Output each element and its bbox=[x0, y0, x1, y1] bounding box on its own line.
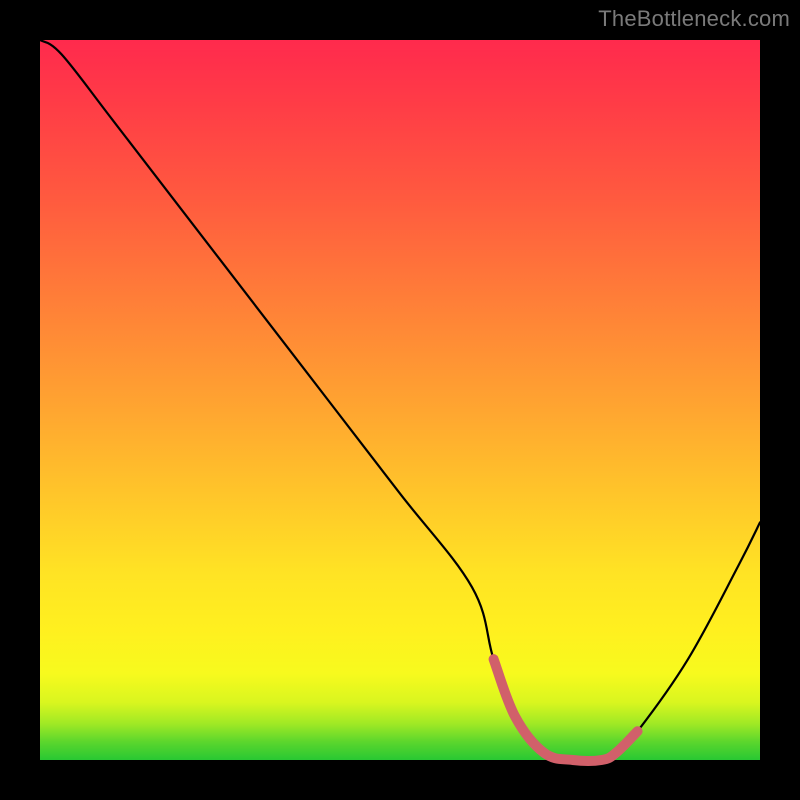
chart-svg bbox=[40, 40, 760, 760]
bottleneck-curve bbox=[40, 40, 760, 761]
watermark-text: TheBottleneck.com bbox=[598, 6, 790, 32]
optimal-range-marker bbox=[494, 659, 638, 761]
plot-area bbox=[40, 40, 760, 760]
chart-frame: TheBottleneck.com bbox=[0, 0, 800, 800]
